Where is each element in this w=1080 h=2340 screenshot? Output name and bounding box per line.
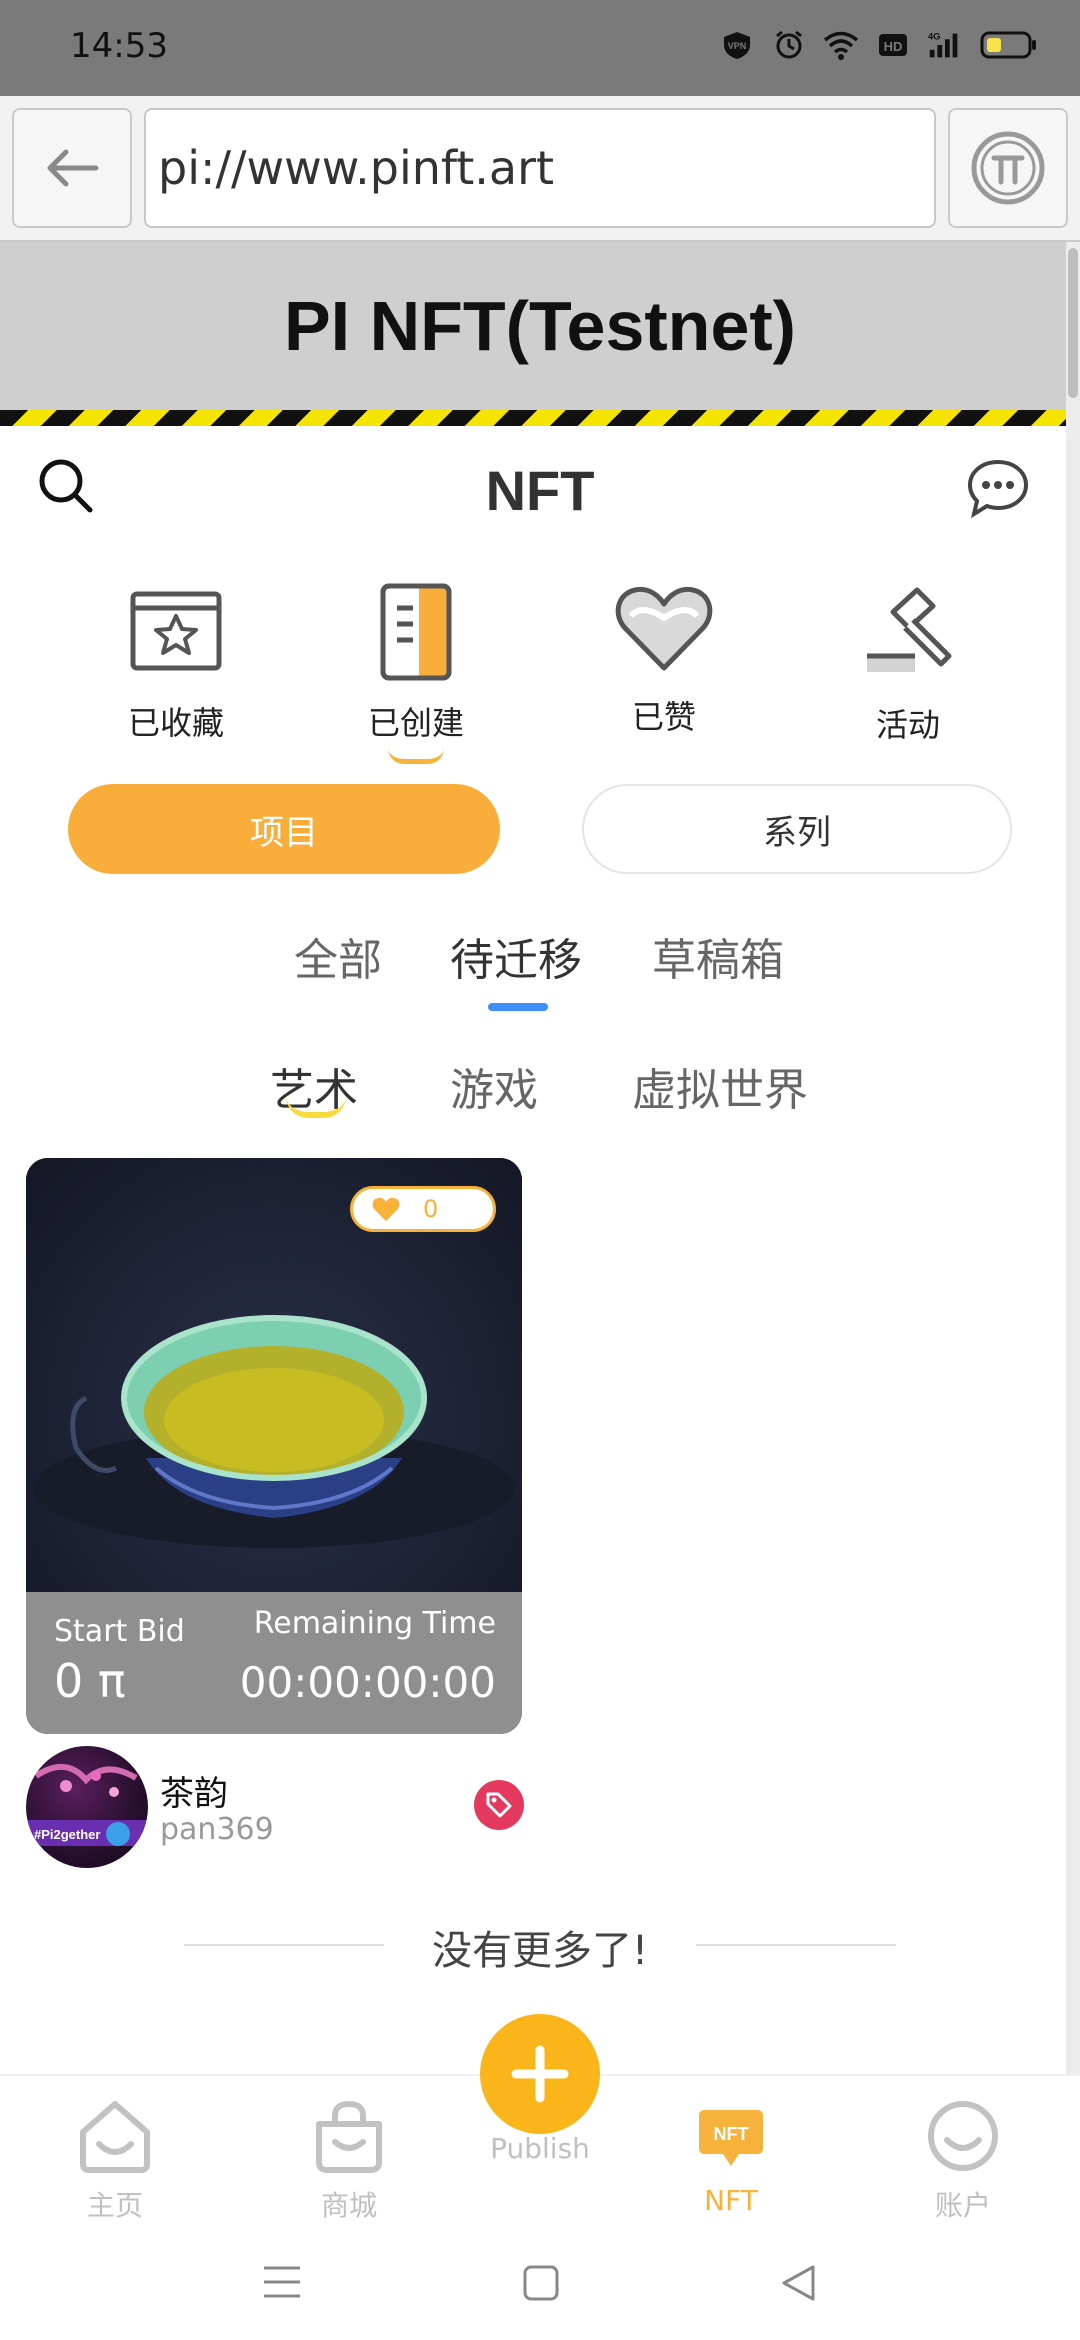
battery-icon xyxy=(978,26,1040,64)
heart-filled-icon xyxy=(372,1197,400,1221)
status-time: 14:53 xyxy=(70,26,168,66)
category-activity[interactable]: 活动 xyxy=(828,580,988,746)
menu-icon[interactable] xyxy=(262,2264,302,2300)
svg-text:4G: 4G xyxy=(928,31,941,42)
remaining-time-label: Remaining Time xyxy=(253,1606,496,1641)
like-count: 0 xyxy=(423,1195,439,1223)
subtab-games[interactable]: 游戏 xyxy=(450,1054,538,1118)
svg-text:HD: HD xyxy=(884,39,903,54)
auction-hammer-icon xyxy=(867,587,952,672)
scrollbar-track[interactable] xyxy=(1066,242,1080,2122)
nav-label: 主页 xyxy=(86,2189,143,2222)
back-triangle-icon[interactable] xyxy=(780,2264,816,2302)
tab-active-indicator xyxy=(488,1003,548,1011)
notebook-icon xyxy=(380,583,452,681)
heart-icon xyxy=(615,586,713,671)
like-badge[interactable]: 0 xyxy=(350,1186,496,1232)
category-label: 已收藏 xyxy=(127,704,224,742)
signal-4g-icon: 4G xyxy=(926,26,964,64)
account-icon xyxy=(928,2101,998,2171)
subtab-virtual-world[interactable]: 虚拟世界 xyxy=(632,1054,808,1118)
browser-bar: pi://www.pinft.art xyxy=(0,96,1080,242)
no-more-text: 没有更多了! xyxy=(431,1928,649,1974)
svg-text:#Pi2gether: #Pi2gether xyxy=(34,1827,100,1842)
alarm-icon xyxy=(770,26,808,64)
publish-button[interactable] xyxy=(480,2014,600,2134)
plus-icon xyxy=(511,2045,569,2103)
hazard-stripe xyxy=(0,410,1080,426)
nft-card[interactable]: 0 Start Bid 0 π Remaining Time 00:00:00:… xyxy=(26,1158,522,1734)
nft-info-panel: Start Bid 0 π Remaining Time 00:00:00:00 xyxy=(26,1592,522,1734)
wifi-icon xyxy=(822,26,860,64)
chat-icon[interactable] xyxy=(966,458,1030,519)
tab-pending-migration[interactable]: 待迁移 xyxy=(450,924,582,988)
category-liked[interactable]: 已赞 xyxy=(584,572,744,738)
nft-image[interactable]: 0 xyxy=(26,1158,522,1592)
creator-avatar[interactable]: #Pi2gether xyxy=(26,1746,148,1868)
start-bid-value: 0 π xyxy=(54,1654,126,1708)
category-active-indicator xyxy=(388,748,444,764)
pi-logo-icon xyxy=(971,131,1045,205)
publish-label: Publish xyxy=(490,2132,590,2165)
testnet-banner: PI NFT(Testnet) xyxy=(0,242,1080,410)
category-label: 已创建 xyxy=(367,704,464,742)
pi-browser-button[interactable] xyxy=(948,108,1068,228)
home-square-icon[interactable] xyxy=(522,2264,560,2302)
hd-icon: HD xyxy=(874,26,912,64)
creator-handle: pan369 xyxy=(160,1812,274,1847)
shop-bag-icon xyxy=(316,2100,382,2173)
nav-label: NFT xyxy=(704,2184,758,2217)
scrollbar-thumb[interactable] xyxy=(1068,248,1078,398)
back-button[interactable] xyxy=(12,108,132,228)
tab-all[interactable]: 全部 xyxy=(294,924,382,988)
arrow-left-icon xyxy=(47,149,99,187)
category-label: 活动 xyxy=(875,706,940,744)
nav-home[interactable]: 主页 xyxy=(40,2096,190,2224)
banner-title: PI NFT(Testnet) xyxy=(283,287,796,365)
start-bid-label: Start Bid xyxy=(54,1614,185,1649)
status-bar: 14:53 VPN HD 4G xyxy=(0,0,1080,96)
tab-drafts[interactable]: 草稿箱 xyxy=(652,924,784,988)
star-folder-icon xyxy=(130,591,222,671)
nav-label: 账户 xyxy=(934,2189,991,2222)
svg-text:NFT: NFT xyxy=(714,2124,749,2144)
remaining-time-value: 00:00:00:00 xyxy=(239,1658,496,1707)
url-input[interactable]: pi://www.pinft.art xyxy=(144,108,936,228)
nft-icon: NFT xyxy=(699,2110,763,2166)
page-title: NFT xyxy=(485,459,595,522)
toggle-project-button[interactable]: 项目 xyxy=(68,784,500,874)
nav-shop[interactable]: 商城 xyxy=(274,2096,424,2224)
tag-icon[interactable] xyxy=(474,1780,524,1830)
status-icons: VPN HD 4G xyxy=(718,26,1040,64)
creator-name[interactable]: 茶韵 xyxy=(160,1766,228,1815)
vpn-icon: VPN xyxy=(718,26,756,64)
nav-nft[interactable]: NFT NFT xyxy=(656,2096,806,2217)
nav-account[interactable]: 账户 xyxy=(888,2096,1038,2224)
toggle-series-button[interactable]: 系列 xyxy=(582,784,1012,874)
home-icon xyxy=(80,2101,150,2173)
category-collected[interactable]: 已收藏 xyxy=(96,578,256,744)
svg-text:VPN: VPN xyxy=(728,41,747,51)
category-label: 已赞 xyxy=(631,698,696,736)
nav-label: 商城 xyxy=(320,2189,377,2222)
category-created[interactable]: 已创建 xyxy=(336,578,496,744)
system-nav-bar xyxy=(0,2224,1080,2340)
